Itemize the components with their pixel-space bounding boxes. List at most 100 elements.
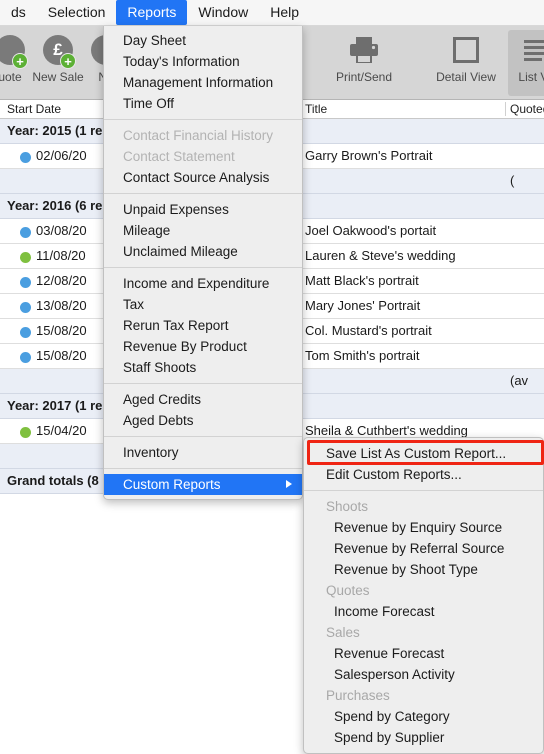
menu-item-label: Contact Statement — [123, 149, 235, 164]
menu-separator — [104, 119, 302, 120]
cell-group-label: Year: 2016 (6 re — [7, 198, 103, 213]
menu-item-label: Income and Expenditure — [123, 276, 270, 291]
menu-item-income-and-expenditure[interactable]: Income and Expenditure — [104, 273, 302, 294]
detail-view-glyph — [453, 37, 479, 63]
column-header-title[interactable]: Title — [305, 101, 327, 117]
cell-group-label: Grand totals (8 — [7, 473, 99, 488]
plus-badge-icon: + — [12, 53, 28, 69]
menu-bar: ds Selection Reports Window Help — [0, 0, 544, 26]
custom-reports-submenu[interactable]: Save List As Custom Report... Edit Custom… — [303, 437, 544, 754]
submenu-item-spend-by-category[interactable]: Spend by Category — [304, 706, 543, 727]
cell-title: Mary Jones' Portrait — [305, 298, 421, 313]
toolbar-button-printer[interactable]: Print/Send — [318, 30, 410, 96]
cell-quoted-total: ( — [510, 173, 515, 188]
reports-dropdown-menu[interactable]: Day Sheet Today's Information Management I… — [103, 26, 303, 500]
submenu-item-income-forecast[interactable]: Income Forecast — [304, 601, 543, 622]
toolbar-button-list-view[interactable]: List Vie — [508, 30, 544, 96]
column-header-quoted[interactable]: Quoted — [510, 101, 544, 117]
submenu-item-edit-custom-reports-[interactable]: Edit Custom Reports... — [304, 464, 543, 485]
submenu-item-quotes: Quotes — [326, 583, 370, 598]
menu-item-inventory[interactable]: Inventory — [104, 442, 302, 463]
menu-item-contact-source-analysis[interactable]: Contact Source Analysis — [104, 167, 302, 188]
submenu-item-revenue-by-referral-source[interactable]: Revenue by Referral Source — [304, 538, 543, 559]
menu-item-unclaimed-mileage[interactable]: Unclaimed Mileage — [104, 241, 302, 262]
plus-badge-icon: + — [60, 53, 76, 69]
menubar-item-selection[interactable]: Selection — [37, 0, 117, 25]
menu-item-label: Today's Information — [123, 54, 240, 69]
menu-item-label: Staff Shoots — [123, 360, 197, 375]
cell-quoted-total: (av — [510, 373, 529, 388]
status-dot-icon — [20, 302, 31, 313]
column-header-start-date[interactable]: Start Date — [7, 101, 61, 117]
menu-item-tax[interactable]: Tax — [104, 294, 302, 315]
cell-start-date: 15/04/20 — [36, 423, 87, 438]
menu-separator — [304, 490, 543, 491]
menu-item-label: Contact Financial History — [123, 128, 274, 143]
menu-item-aged-credits[interactable]: Aged Credits — [104, 389, 302, 410]
toolbar-button-label: New Sale — [32, 70, 84, 84]
detail-view-icon — [451, 30, 481, 70]
menu-item-contact-statement: Contact Statement — [104, 146, 302, 167]
submenu-item-save-list-as-custom-report-[interactable]: Save List As Custom Report... — [304, 443, 543, 464]
menu-item-label: Management Information — [123, 75, 274, 90]
menu-item-label: Tax — [123, 297, 145, 312]
menu-item-label: Unpaid Expenses — [123, 202, 229, 217]
cell-group-label: Year: 2017 (1 re — [7, 398, 103, 413]
submenu-item-salesperson-activity[interactable]: Salesperson Activity — [304, 664, 543, 685]
status-dot-icon — [20, 352, 31, 363]
menu-item-label: Revenue By Product — [123, 339, 247, 354]
printer-glyph — [350, 37, 378, 63]
submenu-item-revenue-by-shoot-type[interactable]: Revenue by Shoot Type — [304, 559, 543, 580]
menu-item-label: Aged Debts — [123, 413, 194, 428]
submenu-item-revenue-forecast[interactable]: Revenue Forecast — [304, 643, 543, 664]
status-dot-icon — [20, 327, 31, 338]
menu-item-label: Rerun Tax Report — [123, 318, 229, 333]
cell-start-date: 03/08/20 — [36, 223, 87, 238]
menu-item-revenue-by-product[interactable]: Revenue By Product — [104, 336, 302, 357]
status-dot-icon — [20, 427, 31, 438]
cell-start-date: 15/08/20 — [36, 323, 87, 338]
cell-title: Joel Oakwood's portait — [305, 223, 437, 238]
menu-item-label: Aged Credits — [123, 392, 202, 407]
toolbar-button-label: List Vie — [518, 70, 544, 84]
toolbar-button-detail-view[interactable]: Detail View — [424, 30, 508, 96]
status-dot-icon — [20, 277, 31, 288]
menubar-item-ds[interactable]: ds — [0, 0, 37, 25]
menu-item-management-information[interactable]: Management Information — [104, 72, 302, 93]
cell-start-date: 13/08/20 — [36, 298, 87, 313]
menu-item-mileage[interactable]: Mileage — [104, 220, 302, 241]
menu-item-staff-shoots[interactable]: Staff Shoots — [104, 357, 302, 378]
menubar-item-window[interactable]: Window — [187, 0, 259, 25]
menu-item-aged-debts[interactable]: Aged Debts — [104, 410, 302, 431]
cell-title: Col. Mustard's portrait — [305, 323, 432, 338]
toolbar-button-label: Detail View — [436, 70, 496, 84]
status-dot-icon — [20, 152, 31, 163]
menu-item-label: Inventory — [123, 445, 179, 460]
menu-item-rerun-tax-report[interactable]: Rerun Tax Report — [104, 315, 302, 336]
toolbar-button-new-sale[interactable]: £ + New Sale — [28, 30, 88, 96]
menu-item-contact-financial-history: Contact Financial History — [104, 125, 302, 146]
menu-separator — [104, 436, 302, 437]
menubar-item-reports[interactable]: Reports — [116, 0, 188, 25]
menu-item-custom-reports[interactable]: Custom Reports — [104, 474, 302, 495]
menubar-item-help[interactable]: Help — [259, 0, 310, 25]
toolbar-button-label: Print/Send — [335, 70, 393, 84]
menu-item-today-s-information[interactable]: Today's Information — [104, 51, 302, 72]
menu-separator — [104, 383, 302, 384]
menu-item-day-sheet[interactable]: Day Sheet — [104, 30, 302, 51]
cell-title: Tom Smith's portrait — [305, 348, 420, 363]
column-divider[interactable] — [505, 102, 506, 116]
cell-group-label: Year: 2015 (1 re — [7, 123, 103, 138]
menu-item-label: Time Off — [123, 96, 175, 111]
circle-badge-icon: £ + — [43, 35, 76, 69]
menu-item-label: Mileage — [123, 223, 171, 238]
cell-title: Garry Brown's Portrait — [305, 148, 433, 163]
submenu-item-shoots: Shoots — [326, 499, 369, 514]
submenu-item-spend-by-supplier[interactable]: Spend by Supplier — [304, 727, 543, 748]
submenu-item-revenue-by-enquiry-source[interactable]: Revenue by Enquiry Source — [304, 517, 543, 538]
menu-item-unpaid-expenses[interactable]: Unpaid Expenses — [104, 199, 302, 220]
menu-item-time-off[interactable]: Time Off — [104, 93, 302, 114]
cell-start-date: 02/06/20 — [36, 148, 87, 163]
menu-item-label: Custom Reports — [123, 477, 221, 492]
cell-title: Lauren & Steve's wedding — [305, 248, 456, 263]
